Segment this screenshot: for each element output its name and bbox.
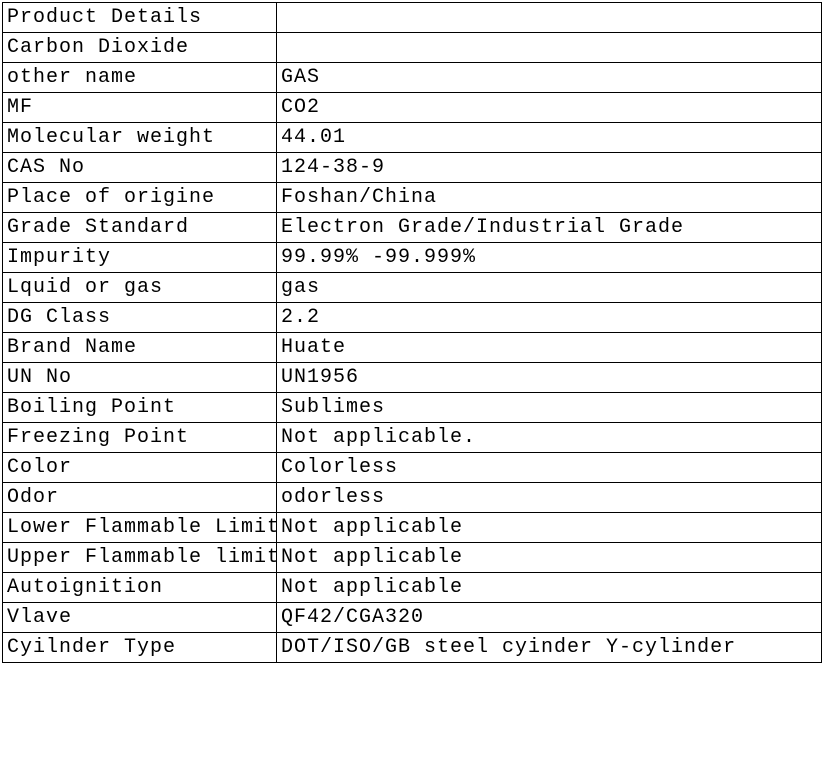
value-cell: Sublimes xyxy=(277,393,822,423)
property-cell: Upper Flammable limit xyxy=(3,543,277,573)
value-cell: QF42/CGA320 xyxy=(277,603,822,633)
value-cell: UN1956 xyxy=(277,363,822,393)
table-body: Product Details Carbon Dioxide other nam… xyxy=(3,3,822,663)
table-row: VlaveQF42/CGA320 xyxy=(3,603,822,633)
table-row: Cyilnder TypeDOT/ISO/GB steel cyinder Y-… xyxy=(3,633,822,663)
table-row: Lower Flammable LimitNot applicable xyxy=(3,513,822,543)
property-cell: other name xyxy=(3,63,277,93)
table-row: Grade StandardElectron Grade/Industrial … xyxy=(3,213,822,243)
property-cell: Vlave xyxy=(3,603,277,633)
table-row: Carbon Dioxide xyxy=(3,33,822,63)
value-cell: Not applicable xyxy=(277,513,822,543)
property-cell: Place of origine xyxy=(3,183,277,213)
value-cell: 99.99% -99.999% xyxy=(277,243,822,273)
table-row: Place of origineFoshan/China xyxy=(3,183,822,213)
value-cell: gas xyxy=(277,273,822,303)
property-cell: Boiling Point xyxy=(3,393,277,423)
property-cell: Lower Flammable Limit xyxy=(3,513,277,543)
value-cell: Not applicable. xyxy=(277,423,822,453)
value-cell xyxy=(277,3,822,33)
table-row: DG Class2.2 xyxy=(3,303,822,333)
table-row: MFCO2 xyxy=(3,93,822,123)
property-cell: Product Details xyxy=(3,3,277,33)
value-cell: Colorless xyxy=(277,453,822,483)
property-cell: MF xyxy=(3,93,277,123)
value-cell: Not applicable xyxy=(277,543,822,573)
table-row: Molecular weight44.01 xyxy=(3,123,822,153)
table-row: Lquid or gasgas xyxy=(3,273,822,303)
value-cell: 2.2 xyxy=(277,303,822,333)
property-cell: Molecular weight xyxy=(3,123,277,153)
value-cell: CO2 xyxy=(277,93,822,123)
property-cell: Cyilnder Type xyxy=(3,633,277,663)
property-cell: Lquid or gas xyxy=(3,273,277,303)
value-cell: Electron Grade/Industrial Grade xyxy=(277,213,822,243)
property-cell: DG Class xyxy=(3,303,277,333)
property-cell: Autoignition xyxy=(3,573,277,603)
value-cell: Foshan/China xyxy=(277,183,822,213)
value-cell: DOT/ISO/GB steel cyinder Y-cylinder xyxy=(277,633,822,663)
table-row: CAS No124-38-9 xyxy=(3,153,822,183)
property-cell: Impurity xyxy=(3,243,277,273)
property-cell: UN No xyxy=(3,363,277,393)
property-cell: Color xyxy=(3,453,277,483)
property-cell: Freezing Point xyxy=(3,423,277,453)
property-cell: Odor xyxy=(3,483,277,513)
value-cell: 124-38-9 xyxy=(277,153,822,183)
table-row: ColorColorless xyxy=(3,453,822,483)
table-row: Odorodorless xyxy=(3,483,822,513)
value-cell: GAS xyxy=(277,63,822,93)
value-cell xyxy=(277,33,822,63)
table-row: Upper Flammable limitNot applicable xyxy=(3,543,822,573)
table-row: UN NoUN1956 xyxy=(3,363,822,393)
table-row: AutoignitionNot applicable xyxy=(3,573,822,603)
table-row: other nameGAS xyxy=(3,63,822,93)
product-details-table: Product Details Carbon Dioxide other nam… xyxy=(2,2,822,663)
property-cell: Brand Name xyxy=(3,333,277,363)
value-cell: Huate xyxy=(277,333,822,363)
table-row: Freezing Point Not applicable. xyxy=(3,423,822,453)
value-cell: Not applicable xyxy=(277,573,822,603)
table-row: Boiling Point Sublimes xyxy=(3,393,822,423)
property-cell: Carbon Dioxide xyxy=(3,33,277,63)
value-cell: 44.01 xyxy=(277,123,822,153)
table-row: Impurity99.99% -99.999% xyxy=(3,243,822,273)
table-row: Product Details xyxy=(3,3,822,33)
property-cell: Grade Standard xyxy=(3,213,277,243)
property-cell: CAS No xyxy=(3,153,277,183)
value-cell: odorless xyxy=(277,483,822,513)
table-row: Brand NameHuate xyxy=(3,333,822,363)
